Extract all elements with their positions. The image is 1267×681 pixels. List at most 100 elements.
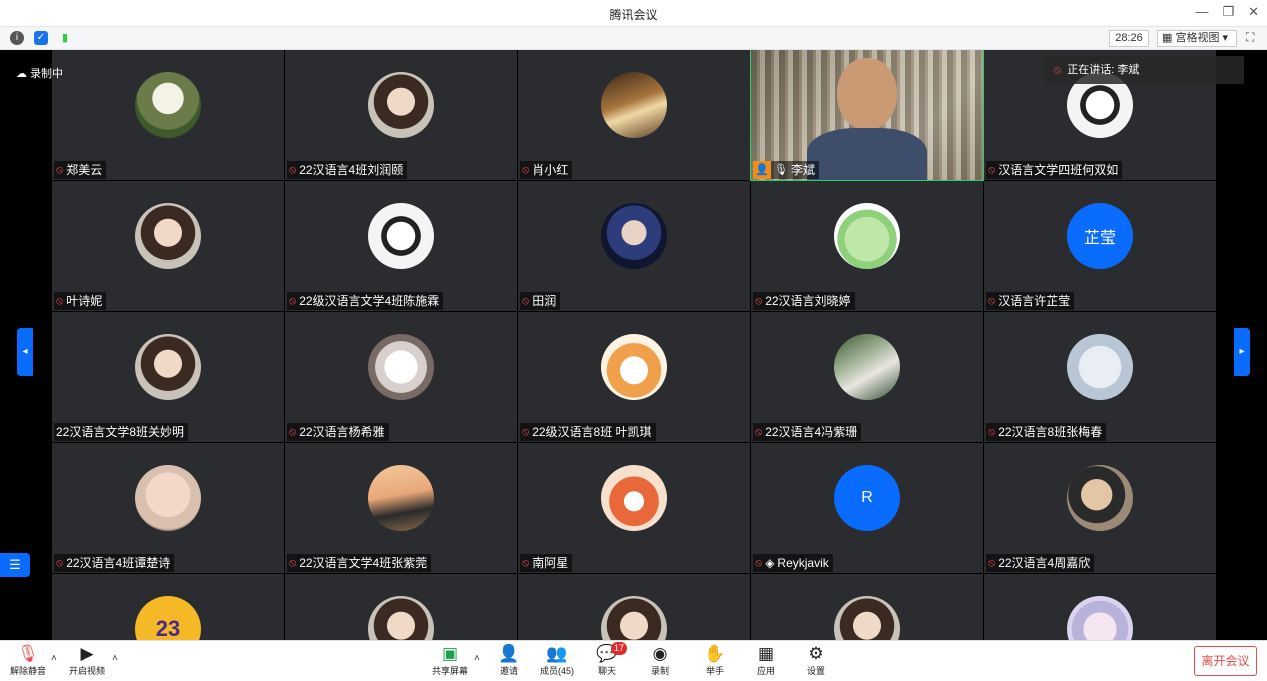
list-icon: ☰ — [9, 557, 21, 572]
participant-name: 22汉语言文学4班张紫莞 — [299, 556, 428, 570]
video-stage: ⦸ 郑美云 ⦸ 22汉语言4班刘润颐 ⦸ 肖小红 👤 🎙 李斌 ⦸ 汉语言文学四班何双如 ⦸ 叶诗妮 ⦸ 2… — [0, 50, 1267, 640]
minimize-icon[interactable]: — — [1195, 4, 1208, 20]
participant-tile[interactable]: ⦸ 22汉语言文学4班张紫莞 — [285, 443, 517, 573]
member-list-toggle[interactable]: ☰ — [0, 553, 30, 577]
participant-nameplate: ⦸ 南阿星 — [520, 554, 573, 572]
speaking-indicator: ⦸ 正在讲话: 李斌 — [1044, 56, 1244, 84]
participant-tile[interactable]: ⦸ 22级汉语言8班 叶凯琪 — [518, 312, 750, 442]
participant-tile[interactable]: ⦸ 22级汉语言文学4班陈施霖 — [285, 181, 517, 311]
participant-tile[interactable]: 23 — [52, 574, 284, 640]
title-bar: 腾讯会议 — ❐ ✕ — [0, 0, 1267, 27]
participant-tile[interactable]: ⦸ 22汉语言4冯紫珊 — [751, 312, 983, 442]
start-video-button[interactable]: ▶ 开启视频 — [61, 643, 113, 677]
raise-hand-label: 举手 — [705, 666, 724, 676]
avatar — [1067, 596, 1133, 640]
prev-page-button[interactable]: ◂ — [17, 328, 33, 376]
unmute-button[interactable]: 🎙 解除静音 — [2, 643, 54, 677]
avatar — [1067, 334, 1133, 400]
participant-nameplate: ⦸ 22级汉语言文学4班陈施霖 — [287, 292, 444, 310]
members-button[interactable]: 👥 成员(45) — [531, 643, 583, 677]
close-icon[interactable]: ✕ — [1248, 4, 1259, 20]
participant-name: 22汉语言4班谭楚诗 — [66, 556, 171, 570]
window-controls: — ❐ ✕ — [1195, 4, 1259, 20]
record-button[interactable]: ◉ 录制 — [634, 643, 686, 677]
participant-tile[interactable]: 芷莹 ⦸ 汉语言许芷莹 — [984, 181, 1216, 311]
participant-tile[interactable]: ⦸ 22汉语言4周嘉欣 — [984, 443, 1216, 573]
participant-nameplate: ⦸ 22级汉语言8班 叶凯琪 — [520, 423, 656, 441]
mic-muted-icon: ⦸ — [522, 557, 530, 569]
chat-button[interactable]: 💬 17 聊天 — [581, 642, 633, 677]
participant-tile[interactable]: ⦸ 南阿星 — [518, 443, 750, 573]
participant-nameplate: ⦸ ◈ Reykjavik — [753, 554, 833, 572]
participant-nameplate: ⦸ 22汉语言杨希雅 — [287, 423, 389, 441]
info-icon[interactable]: i — [10, 31, 24, 45]
participant-nameplate: 👤 🎙 李斌 — [753, 161, 819, 179]
avatar — [601, 596, 667, 640]
share-screen-label: 共享屏幕 — [431, 666, 468, 676]
restore-icon[interactable]: ❐ — [1222, 4, 1234, 20]
signal-icon[interactable]: ▮ — [58, 31, 72, 45]
record-label: 录制 — [650, 666, 669, 676]
settings-button[interactable]: ⚙ 设置 — [790, 643, 842, 677]
chat-label: 聊天 — [597, 666, 616, 676]
participant-name: 肖小红 — [532, 163, 569, 177]
view-mode-button[interactable]: ▦ 宫格视图 ▾ — [1157, 30, 1237, 47]
participant-tile[interactable]: ⦸ 22汉语言刘晓婷 — [751, 181, 983, 311]
unmute-label: 解除静音 — [9, 666, 46, 676]
mic-muted-icon: ⦸ — [755, 426, 763, 438]
participant-tile[interactable] — [984, 574, 1216, 640]
share-screen-button[interactable]: ▣ 共享屏幕 — [424, 643, 476, 677]
mic-muted-icon: ⦸ — [56, 295, 64, 307]
device-icon: ◈ — [765, 556, 775, 570]
share-options-caret[interactable]: ˄ — [474, 653, 480, 664]
participant-tile[interactable]: R ⦸ ◈ Reykjavik — [751, 443, 983, 573]
video-options-caret[interactable]: ˄ — [112, 653, 118, 664]
fullscreen-icon[interactable]: ⛶ — [1246, 30, 1254, 45]
participant-tile[interactable]: ⦸ 肖小红 — [518, 50, 750, 180]
avatar — [135, 72, 201, 138]
shield-icon[interactable]: ✓ — [34, 31, 48, 45]
participant-nameplate: ⦸ 田润 — [520, 292, 561, 310]
meeting-timer: 28:26 — [1109, 30, 1149, 47]
participant-tile[interactable]: ⦸ 22汉语言4班谭楚诗 — [52, 443, 284, 573]
participant-tile[interactable]: 👤 🎙 李斌 — [750, 50, 984, 181]
participant-tile[interactable] — [518, 574, 750, 640]
next-page-button[interactable]: ▸ — [1234, 328, 1250, 376]
participant-tile[interactable]: ⦸ 22汉语言4班刘润颐 — [285, 50, 517, 180]
apps-button[interactable]: ▦ 应用 — [740, 643, 792, 677]
participant-tile[interactable]: ⦸ 22汉语言杨希雅 — [285, 312, 517, 442]
avatar — [601, 334, 667, 400]
participant-name: 南阿星 — [532, 556, 569, 570]
participant-tile[interactable]: ⦸ 22汉语言8班张梅春 — [984, 312, 1216, 442]
mic-muted-icon: ⦸ — [289, 557, 297, 569]
avatar — [601, 203, 667, 269]
invite-button[interactable]: 👤 邀请 — [483, 643, 535, 677]
record-icon: ◉ — [652, 644, 668, 663]
participant-tile[interactable] — [751, 574, 983, 640]
mic-muted-icon: ⦸ — [988, 557, 996, 569]
participant-name: 22汉语言杨希雅 — [299, 425, 385, 439]
participant-nameplate: ⦸ 22汉语言4周嘉欣 — [986, 554, 1095, 572]
gear-icon: ⚙ — [808, 644, 824, 663]
participant-name: 22汉语言4冯紫珊 — [765, 425, 858, 439]
avatar — [601, 465, 667, 531]
participant-tile[interactable] — [285, 574, 517, 640]
members-label: 成员(45) — [539, 666, 574, 676]
participant-grid: ⦸ 郑美云 ⦸ 22汉语言4班刘润颐 ⦸ 肖小红 👤 🎙 李斌 ⦸ 汉语言文学四班何双如 ⦸ 叶诗妮 ⦸ 2… — [52, 50, 1216, 640]
participant-nameplate: ⦸ 22汉语言刘晓婷 — [753, 292, 855, 310]
participant-tile[interactable]: ⦸ 郑美云 — [52, 50, 284, 180]
meeting-info-bar: i ✓ ▮ 28:26 ▦ 宫格视图 ▾ ⛶ — [0, 27, 1267, 50]
chevron-left-icon: ◂ — [22, 346, 28, 357]
mic-muted-icon: ⦸ — [988, 164, 996, 176]
speaker-face — [837, 58, 897, 130]
participant-tile[interactable]: ⦸ 田润 — [518, 181, 750, 311]
participant-name: Reykjavik — [777, 556, 829, 570]
raise-hand-button[interactable]: ✋ 举手 — [689, 643, 741, 677]
participant-tile[interactable]: 22汉语言文学8班关妙明 — [52, 312, 284, 442]
leave-meeting-button[interactable]: 离开会议 — [1194, 646, 1257, 676]
participant-nameplate: ⦸ 汉语言许芷莹 — [986, 292, 1075, 310]
recording-label: 录制中 — [30, 68, 64, 80]
audio-options-caret[interactable]: ˄ — [51, 653, 57, 664]
participant-tile[interactable]: ⦸ 叶诗妮 — [52, 181, 284, 311]
mic-icon: 🎙 — [774, 164, 788, 176]
